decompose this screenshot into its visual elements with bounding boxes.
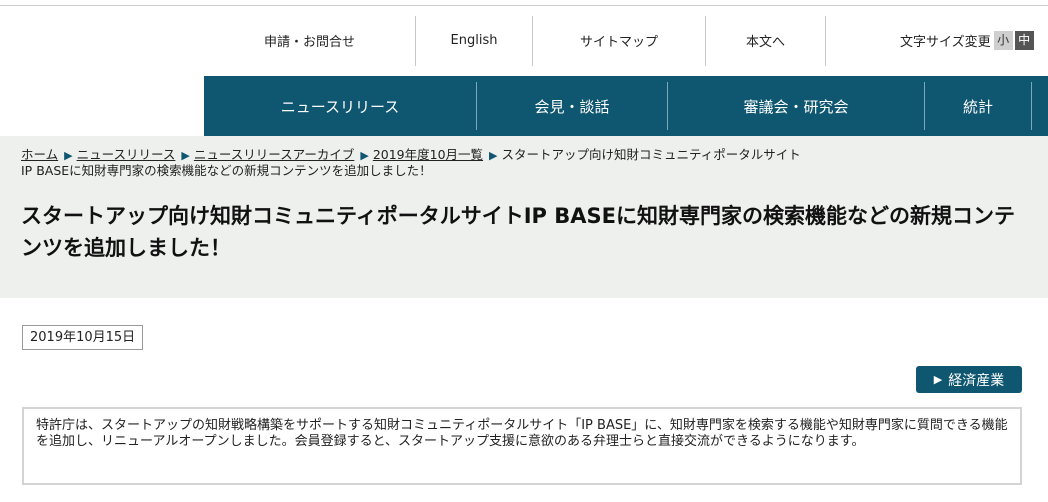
main-nav: ニュースリリース 会見・談話 審議会・研究会 統計 [204, 76, 1048, 136]
title-area: ホーム ▶ ニュースリリース ▶ ニュースリリースアーカイブ ▶ 2019年度10月一覧 ▶ ス… [0, 136, 1048, 298]
breadcrumb-arrow-icon: ▶ [360, 149, 369, 162]
ministry-label: 経済産業 [948, 372, 1005, 389]
breadcrumb-arrow-icon: ▶ [181, 149, 190, 162]
font-size-control: 文字サイズ変更 小 中 [900, 30, 1034, 50]
font-size-small-button[interactable]: 小 [993, 30, 1013, 50]
breadcrumb: ホーム ▶ ニュースリリース ▶ ニュースリリースアーカイブ ▶ 2019年度10月一覧 ▶ ス… [21, 147, 1031, 178]
breadcrumb-current-continued: IP BASEに知財専門家の検索機能などの新規コンテンツを追加しました！ [21, 163, 432, 178]
nav-item-press-conference[interactable]: 会見・談話 [477, 76, 667, 136]
page-title: スタートアップ向け知財コミュニティポータルサイトIP BASEに知財専門家の検索… [21, 204, 1015, 260]
contact-link[interactable]: 申請・お問合せ [204, 14, 415, 66]
breadcrumb-arrow-icon: ▶ [64, 149, 73, 162]
sitemap-link[interactable]: サイトマップ [533, 14, 705, 66]
nav-item-councils[interactable]: 審議会・研究会 [668, 76, 924, 136]
utility-divider [825, 16, 826, 66]
breadcrumb-news-archive[interactable]: ニュースリリースアーカイブ [194, 147, 355, 162]
top-border-line [0, 5, 1048, 6]
breadcrumb-current: スタートアップ向け知財コミュニティポータルサイト [501, 147, 801, 162]
nav-item-statistics[interactable]: 統計 [925, 76, 1031, 136]
breadcrumb-news-release[interactable]: ニュースリリース [77, 147, 176, 162]
skip-to-content-link[interactable]: 本文へ [706, 14, 825, 66]
breadcrumb-home[interactable]: ホーム [21, 147, 58, 162]
ministry-button[interactable]: ▶ 経済産業 [916, 366, 1022, 393]
font-size-label: 文字サイズ変更 [900, 34, 991, 50]
article-summary: 特許庁は、スタートアップの知財戦略構築をサポートする知財コミュニティポータルサイ… [22, 407, 1022, 485]
nav-item-news-release[interactable]: ニュースリリース [204, 76, 476, 136]
english-link[interactable]: English [416, 14, 532, 66]
nav-divider [1031, 82, 1032, 130]
breadcrumb-october-list[interactable]: 2019年度10月一覧 [373, 147, 483, 162]
release-date: 2019年10月15日 [22, 325, 144, 350]
breadcrumb-arrow-icon: ▶ [489, 149, 498, 162]
play-triangle-icon: ▶ [933, 373, 943, 386]
font-size-medium-button[interactable]: 中 [1014, 30, 1034, 50]
